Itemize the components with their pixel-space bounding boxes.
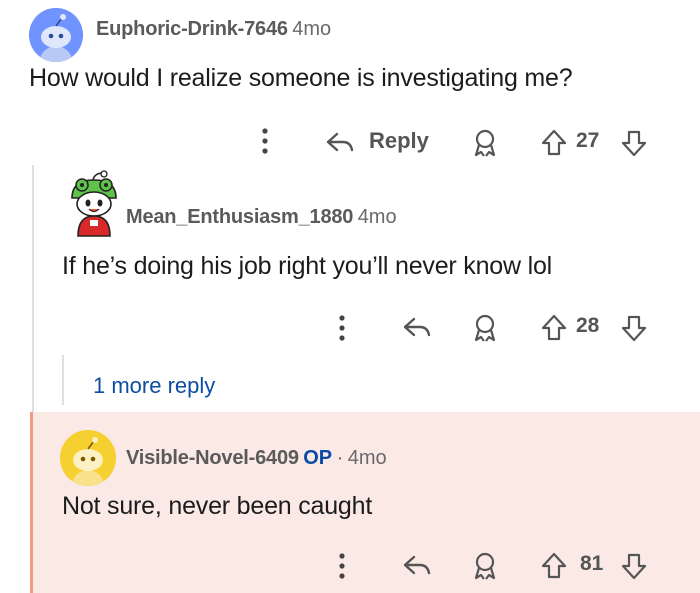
avatar[interactable] — [29, 8, 83, 62]
more-options-icon[interactable] — [335, 551, 349, 581]
comment-header: Euphoric-Drink-7646 4mo — [96, 18, 331, 41]
vote-count: 81 — [580, 552, 604, 575]
vote-count: 28 — [576, 314, 600, 337]
snoo-avatar-icon — [60, 430, 116, 486]
comment-body: How would I realize someone is investiga… — [29, 64, 573, 92]
comment-body: If he’s doing his job right you’ll never… — [62, 252, 553, 280]
comment-age: 4mo — [357, 206, 397, 228]
downvote-icon[interactable] — [620, 313, 648, 343]
comment-age: 4mo — [347, 447, 387, 469]
award-icon[interactable] — [472, 128, 498, 158]
comment-header: Mean_Enthusiasm_1880 4mo — [126, 206, 397, 229]
username[interactable]: Visible-Novel-6409 — [126, 447, 299, 469]
avatar[interactable] — [66, 170, 122, 238]
op-comment-highlight-bar — [30, 412, 33, 593]
thread-line[interactable] — [32, 165, 34, 412]
separator: · — [336, 447, 344, 469]
downvote-icon[interactable] — [620, 551, 648, 581]
thread-line-nested[interactable] — [62, 355, 64, 405]
upvote-icon[interactable] — [540, 313, 568, 343]
vote-count: 27 — [576, 129, 600, 152]
avatar[interactable] — [60, 430, 116, 486]
award-icon[interactable] — [472, 313, 498, 343]
award-icon[interactable] — [472, 551, 498, 581]
comment-age: 4mo — [292, 18, 332, 40]
op-badge: OP — [303, 447, 333, 469]
more-options-icon[interactable] — [258, 126, 272, 156]
comment-header: Visible-Novel-6409 OP · 4mo — [126, 447, 387, 470]
reply-arrow-icon — [326, 132, 354, 152]
username[interactable]: Mean_Enthusiasm_1880 — [126, 206, 353, 228]
reply-label: Reply — [369, 128, 429, 153]
upvote-icon[interactable] — [540, 551, 568, 581]
comment-body: Not sure, never been caught — [62, 492, 373, 520]
downvote-icon[interactable] — [620, 128, 648, 158]
reply-button[interactable]: Reply — [325, 128, 435, 158]
reply-arrow-icon[interactable] — [402, 315, 432, 339]
snoo-frog-avatar-icon — [71, 170, 117, 237]
upvote-icon[interactable] — [540, 128, 568, 158]
reply-arrow-icon[interactable] — [402, 553, 432, 577]
snoo-avatar-icon — [29, 8, 83, 62]
more-replies-link[interactable]: 1 more reply — [93, 373, 215, 399]
username[interactable]: Euphoric-Drink-7646 — [96, 18, 288, 40]
more-options-icon[interactable] — [335, 313, 349, 343]
